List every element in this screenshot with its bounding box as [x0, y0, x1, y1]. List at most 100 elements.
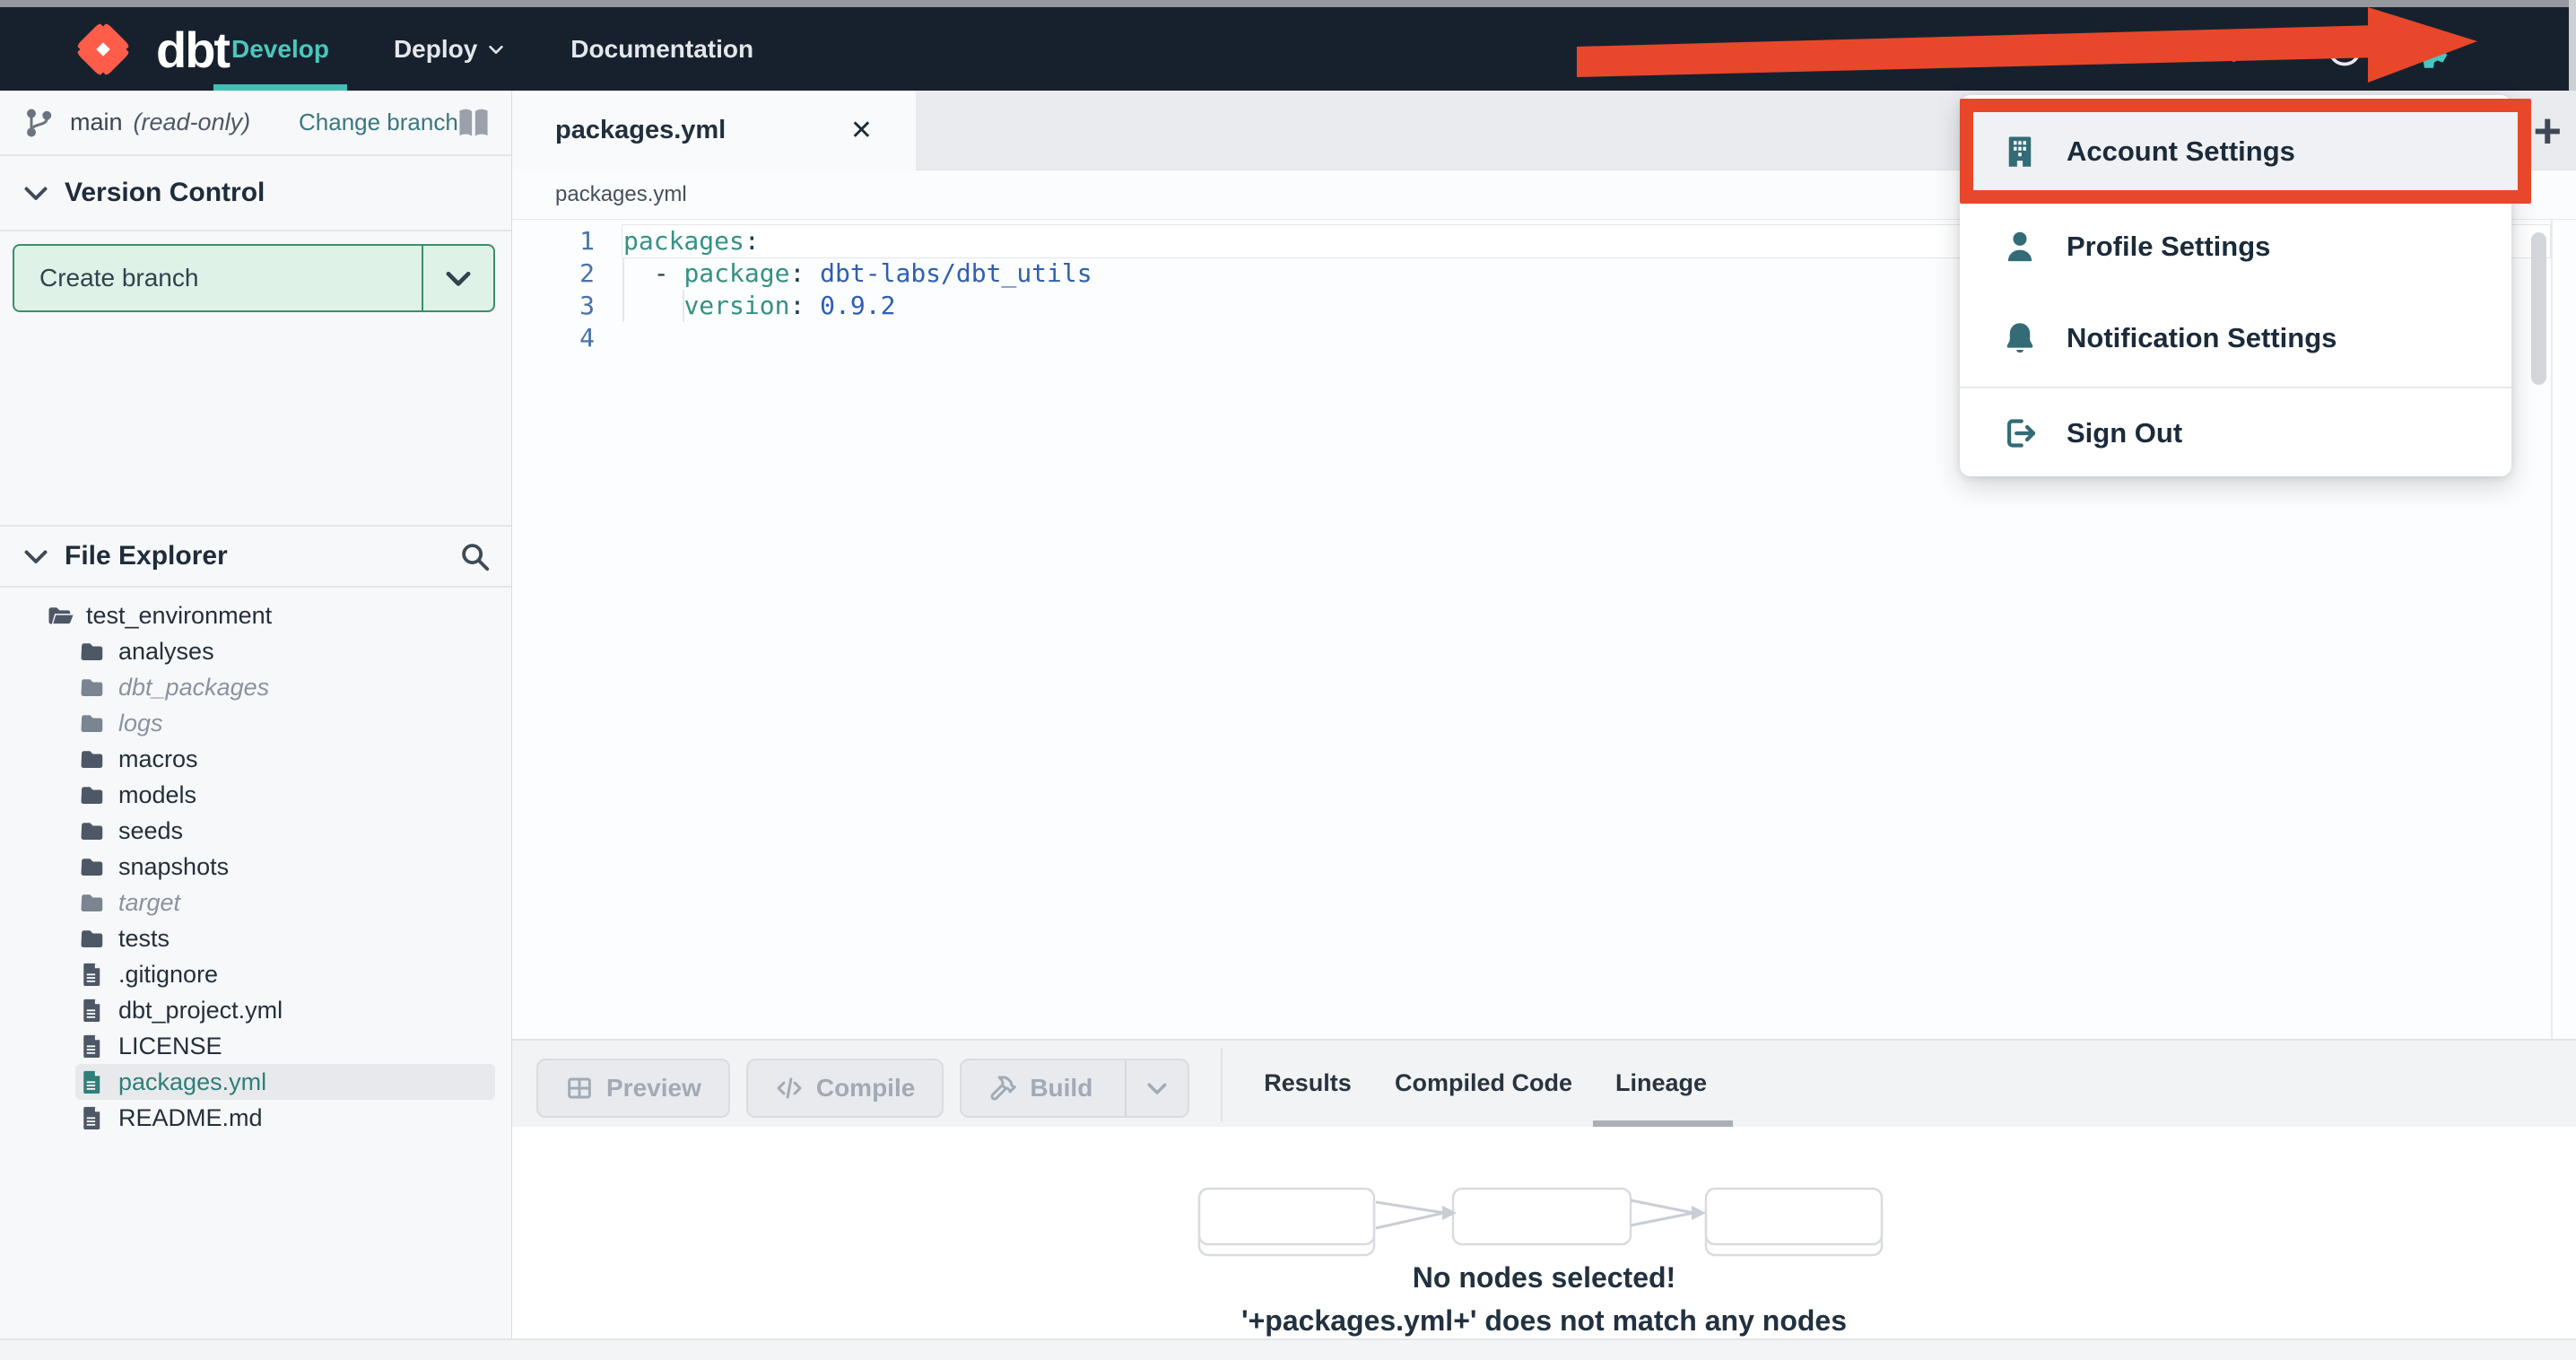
tree-item-snapshots[interactable]: snapshots [0, 849, 511, 885]
file-explorer-title: File Explorer [65, 541, 228, 571]
button-label: Preview [606, 1074, 701, 1102]
preview-button[interactable]: Preview [536, 1059, 730, 1118]
tree-item-label: dbt_project.yml [118, 996, 283, 1024]
tree-item-label: packages.yml [118, 1068, 267, 1095]
tree-item-label: tests [118, 924, 170, 952]
menu-item-notification-settings[interactable]: Notification Settings [1960, 298, 2511, 379]
tree-item-seeds[interactable]: seeds [0, 813, 511, 849]
branch-mode: (read-only) [133, 109, 251, 135]
active-nav-underline [213, 84, 347, 91]
tree-item-LICENSE[interactable]: LICENSE [0, 1028, 511, 1064]
code-token: 0.9.2 [805, 291, 896, 320]
code-token: : [789, 291, 805, 320]
menu-item-label: Account Settings [2067, 135, 2295, 167]
tree-item-label: README.md [118, 1103, 263, 1131]
account-context[interactable]: dbt Labs / Analytics [2030, 35, 2280, 64]
tree-item-label: test_environment [86, 601, 273, 629]
nav-item-deploy[interactable]: Deploy [387, 7, 513, 91]
table-icon [568, 1077, 591, 1099]
folder-icon [81, 894, 103, 911]
tree-item-label: analyses [118, 637, 214, 665]
hammer-icon [990, 1076, 1017, 1101]
tree-item-label: logs [118, 709, 163, 737]
dbt-logo[interactable]: dbt [65, 13, 231, 86]
tab-results[interactable]: Results [1264, 1039, 1352, 1127]
version-control-header[interactable]: Version Control [0, 156, 511, 231]
dbt-logo-icon [65, 13, 142, 86]
search-icon[interactable] [457, 539, 492, 573]
create-branch-button[interactable]: Create branch [13, 244, 495, 312]
tree-item-label: dbt_packages [118, 673, 270, 701]
tree-item-label: .gitignore [118, 960, 219, 988]
git-branch-icon [27, 109, 52, 136]
tree-item-label: snapshots [118, 852, 230, 880]
code-token: packages [623, 226, 744, 256]
tree-item-target[interactable]: target [0, 885, 511, 920]
folder-icon [81, 823, 103, 840]
chevron-down-icon [489, 45, 503, 54]
tab-compiled-code[interactable]: Compiled Code [1395, 1039, 1572, 1127]
menu-item-sign-out[interactable]: Sign Out [1960, 393, 2511, 474]
tree-item-README.md[interactable]: README.md [0, 1100, 511, 1136]
tree-item-tests[interactable]: tests [0, 920, 511, 956]
folder-icon [81, 643, 103, 660]
tree-item-models[interactable]: models [0, 777, 511, 813]
version-control-title: Version Control [65, 178, 265, 207]
folder-icon [81, 930, 103, 947]
nav-item-label: Deploy [393, 35, 478, 63]
editor-scrollbar-thumb[interactable] [2531, 232, 2546, 385]
file-icon [83, 963, 100, 986]
tree-item-logs[interactable]: logs [0, 705, 511, 741]
tab-label: Results [1264, 1068, 1352, 1096]
nav-item-label: Documentation [570, 35, 754, 63]
tree-item-.gitignore[interactable]: .gitignore [0, 956, 511, 992]
change-branch-link[interactable]: Change branch [299, 109, 458, 136]
create-branch-dropdown-toggle[interactable] [422, 246, 493, 310]
tab-label: Lineage [1614, 1068, 1708, 1096]
tree-item-dbt_packages[interactable]: dbt_packages [0, 669, 511, 705]
user-icon [2007, 231, 2032, 262]
new-tab-button[interactable]: + [2533, 91, 2562, 170]
button-label: Build [1030, 1074, 1093, 1102]
line-number: 2 [579, 258, 595, 288]
file-icon [83, 1106, 100, 1129]
file-tree: test_environment analyses dbt_packageslogs… [0, 597, 511, 1136]
main-nav: Develop Deploy Documentation [213, 7, 761, 91]
toolbar-buttons: Preview Compile Build [536, 1059, 1190, 1118]
dbt-logo-text: dbt [156, 21, 231, 78]
docs-book-icon[interactable] [454, 103, 493, 143]
line-number: 1 [579, 226, 595, 256]
line-code: packages: [623, 225, 760, 257]
help-icon[interactable]: ? [2325, 30, 2364, 69]
tree-item-dbt_project.yml[interactable]: dbt_project.yml [0, 992, 511, 1028]
build-dropdown-toggle[interactable] [1125, 1060, 1188, 1116]
tree-item-test_environment[interactable]: test_environment [0, 597, 511, 633]
sign-out-icon [2007, 419, 2036, 448]
nav-item-documentation[interactable]: Documentation [563, 7, 761, 91]
menu-item-profile-settings[interactable]: Profile Settings [1960, 206, 2511, 287]
tree-item-label: models [118, 780, 197, 808]
menu-item-account-settings[interactable]: Account Settings [1960, 111, 2511, 192]
nav-item-develop[interactable]: Develop [213, 7, 347, 91]
active-tab-underline [1593, 1120, 1733, 1127]
lineage-panel: No nodes selected! '+packages.yml+' does… [512, 1127, 2576, 1338]
tree-item-analyses[interactable]: analyses [0, 633, 511, 669]
tree-item-packages.yml[interactable]: packages.yml [0, 1064, 511, 1100]
code-token: dbt-labs/dbt_utils [805, 258, 1092, 288]
account-context-label: dbt Labs / Analytics [2071, 35, 2280, 62]
compile-button[interactable]: Compile [745, 1059, 944, 1118]
org-building-icon [2034, 40, 2055, 60]
tab-lineage[interactable]: Lineage [1615, 1039, 1707, 1127]
menu-divider [1960, 387, 2511, 388]
gear-icon[interactable] [2406, 26, 2452, 73]
lineage-empty-subtitle: '+packages.yml+' does not match any node… [1240, 1304, 1847, 1337]
menu-item-label: Notification Settings [2067, 322, 2337, 353]
branch-name: main [70, 109, 123, 135]
tree-item-macros[interactable]: macros [0, 741, 511, 777]
folder-icon [81, 751, 103, 768]
close-tab-icon[interactable]: ✕ [850, 115, 873, 146]
editor-tab-packages-yml[interactable]: packages.yml ✕ [512, 91, 916, 170]
build-button[interactable]: Build [960, 1059, 1190, 1118]
file-explorer-header[interactable]: File Explorer [0, 525, 511, 588]
